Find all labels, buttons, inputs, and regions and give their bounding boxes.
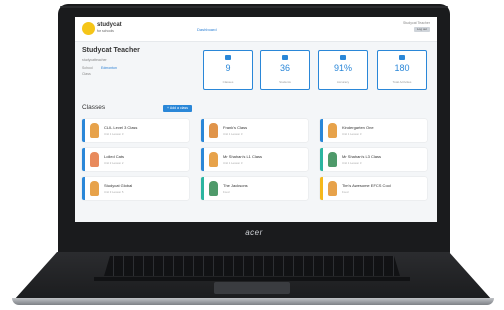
class-avatar-icon [90, 152, 99, 167]
classes-icon [225, 55, 231, 60]
class-name: CLIL Level 3 Class [104, 125, 138, 130]
class-avatar-icon [209, 123, 218, 138]
add-class-button[interactable]: + Add a class [163, 105, 192, 112]
lid-edge [60, 6, 448, 8]
laptop: studycat for schools Dashboard Studycat … [0, 0, 504, 310]
class-progress: Food [223, 190, 230, 194]
stat-card-accuracy: 91% Accuracy [318, 50, 368, 90]
class-avatar-icon [209, 152, 218, 167]
laptop-bezel-bottom: acer [58, 222, 450, 254]
class-progress: Unit 1 Lesson 3 [342, 161, 362, 165]
class-avatar-icon [90, 123, 99, 138]
class-color-bar [201, 119, 204, 142]
class-avatar-icon [328, 123, 337, 138]
top-bar: studycat for schools Dashboard Studycat … [75, 17, 437, 42]
class-color-bar [201, 177, 204, 200]
acer-logo: acer [245, 228, 263, 237]
stat-value: 36 [279, 63, 290, 73]
class-name: Mr Shahan's L3 Class [342, 154, 382, 159]
stat-value: 9 [225, 63, 231, 73]
logout-button[interactable]: Log out [414, 27, 430, 32]
class-progress: Unit 1 Lesson 3 [223, 132, 243, 136]
teacher-name: Studycat Teacher [82, 47, 140, 54]
class-progress: Food [342, 190, 349, 194]
laptop-screen: studycat for schools Dashboard Studycat … [75, 17, 437, 222]
laptop-front-edge [12, 298, 494, 305]
stat-card-classes: 9 Classes [203, 50, 253, 90]
class-card[interactable]: Kindergarten One Unit 1 Lesson 3 [320, 119, 427, 142]
class-card[interactable]: The Jacksons Food [201, 177, 308, 200]
activities-icon [399, 55, 405, 60]
class-color-bar [320, 177, 323, 200]
class-name: Mr Shahan's L1 Class [223, 154, 263, 159]
class-avatar-icon [209, 181, 218, 196]
class-card[interactable]: Mr Shahan's L3 Class Unit 1 Lesson 3 [320, 148, 427, 171]
class-progress: Unit 2 Lesson 2 [104, 161, 124, 165]
class-color-bar [201, 148, 204, 171]
accuracy-icon [340, 55, 346, 60]
class-label: Class [82, 72, 91, 76]
classes-heading: Classes [82, 104, 106, 111]
stat-value: 91% [333, 63, 352, 73]
class-avatar-icon [328, 181, 337, 196]
stat-label: Accuracy [336, 80, 350, 84]
class-name: Lolled Cats [104, 154, 125, 159]
class-card[interactable]: Frank's Class Unit 1 Lesson 3 [201, 119, 308, 142]
nav-dashboard-link[interactable]: Dashboard [197, 27, 217, 32]
students-icon [282, 55, 288, 60]
class-name: Frank's Class [223, 125, 248, 130]
keyboard-spacebar-row [94, 277, 410, 281]
class-name: Tim's Awesome EFCS Cool [342, 183, 391, 188]
class-progress: Unit 1 Lesson 3 [223, 161, 243, 165]
school-value[interactable]: Edmonton [101, 66, 117, 70]
class-name: The Jacksons [223, 183, 248, 188]
class-progress: Unit 1 Lesson 3 [104, 132, 124, 136]
class-progress: Unit 1 Lesson 3 [342, 132, 362, 136]
teacher-username: studycatteacher [82, 58, 107, 62]
logo-title: studycat [97, 22, 122, 28]
class-name: Studycat Global [104, 183, 133, 188]
user-name: Studycat Teacher [403, 21, 430, 25]
class-card[interactable]: Lolled Cats Unit 2 Lesson 2 [82, 148, 189, 171]
stat-value: 180 [394, 63, 410, 73]
class-name: Kindergarten One [342, 125, 374, 130]
stat-card-students: 36 Students [260, 50, 310, 90]
class-color-bar [320, 148, 323, 171]
stat-label: Total Activities [392, 80, 412, 84]
class-progress: Unit 3 Lesson 5 [104, 190, 124, 194]
keyboard [104, 256, 400, 276]
class-card[interactable]: Studycat Global Unit 3 Lesson 5 [82, 177, 189, 200]
stat-label: Students [279, 80, 291, 84]
logo-subtitle: for schools [97, 29, 114, 33]
class-card[interactable]: Mr Shahan's L1 Class Unit 1 Lesson 3 [201, 148, 308, 171]
class-avatar-icon [90, 181, 99, 196]
class-color-bar [82, 119, 85, 142]
class-color-bar [82, 177, 85, 200]
class-avatar-icon [328, 152, 337, 167]
class-card[interactable]: CLIL Level 3 Class Unit 1 Lesson 3 [82, 119, 189, 142]
studycat-logo-icon[interactable] [82, 22, 95, 35]
class-color-bar [82, 148, 85, 171]
stat-label: Classes [222, 80, 234, 84]
school-label: School [82, 66, 93, 70]
stat-card-activities: 180 Total Activities [377, 50, 427, 90]
touchpad [214, 282, 290, 294]
class-color-bar [320, 119, 323, 142]
class-card[interactable]: Tim's Awesome EFCS Cool Food [320, 177, 427, 200]
